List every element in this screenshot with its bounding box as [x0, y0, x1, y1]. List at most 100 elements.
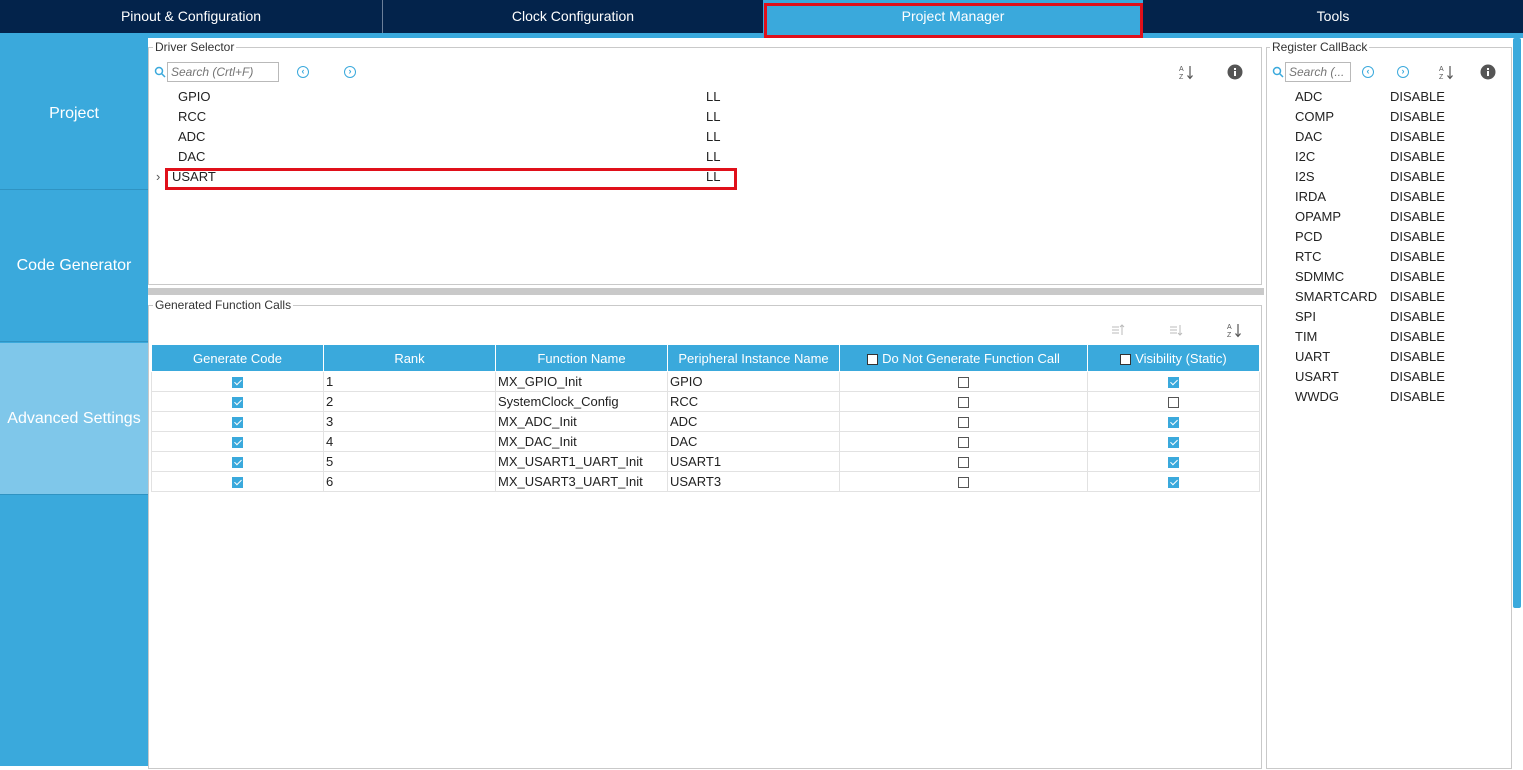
- tab-clock-configuration[interactable]: Clock Configuration: [383, 0, 763, 33]
- tab-pinout-configuration[interactable]: Pinout & Configuration: [0, 0, 383, 33]
- callback-name[interactable]: RTC: [1295, 247, 1321, 267]
- callback-name[interactable]: SMARTCARD: [1295, 287, 1377, 307]
- generate-code-cell[interactable]: [151, 471, 324, 492]
- callback-value[interactable]: DISABLE: [1390, 247, 1445, 267]
- previous-icon[interactable]: ‹: [296, 65, 310, 79]
- do_not_generate-checkbox[interactable]: [958, 437, 969, 449]
- callback-value[interactable]: DISABLE: [1390, 107, 1445, 127]
- callback-name[interactable]: USART: [1295, 367, 1339, 387]
- callback-value[interactable]: DISABLE: [1390, 347, 1445, 367]
- scrollbar[interactable]: [1513, 38, 1521, 608]
- generate-code-cell[interactable]: [151, 371, 324, 392]
- callback-name[interactable]: ADC: [1295, 87, 1322, 107]
- generate-checkbox[interactable]: [232, 377, 243, 389]
- callback-value[interactable]: DISABLE: [1390, 307, 1445, 327]
- do_not_generate-checkbox[interactable]: [958, 377, 969, 389]
- nav-project[interactable]: Project: [0, 38, 148, 190]
- table-row[interactable]: 6 MX_USART3_UART_Init USART3: [151, 471, 1260, 492]
- visibility-cell[interactable]: [1087, 471, 1260, 492]
- tab-project-manager[interactable]: Project Manager: [763, 0, 1143, 33]
- visibility-checkbox[interactable]: [1168, 397, 1179, 409]
- tab-tools[interactable]: Tools: [1143, 0, 1523, 33]
- driver-row-type[interactable]: LL: [706, 107, 720, 127]
- do_not_generate-checkbox[interactable]: [958, 477, 969, 489]
- callback-name[interactable]: SPI: [1295, 307, 1316, 327]
- sort-az-icon[interactable]: AZ: [1178, 63, 1194, 81]
- driver-search-input[interactable]: [167, 62, 279, 82]
- driver-row-type[interactable]: LL: [706, 167, 720, 187]
- header-checkbox[interactable]: [1120, 353, 1132, 365]
- driver-row-type[interactable]: LL: [706, 127, 720, 147]
- driver-row-name[interactable]: RCC: [178, 107, 206, 127]
- previous-icon[interactable]: ‹: [1361, 65, 1375, 79]
- col-function-name[interactable]: Function Name: [495, 344, 668, 372]
- callback-value[interactable]: DISABLE: [1390, 227, 1445, 247]
- do-not-generate-cell[interactable]: [839, 451, 1088, 472]
- driver-row-name[interactable]: DAC: [178, 147, 205, 167]
- generate-code-cell[interactable]: [151, 411, 324, 432]
- callback-name[interactable]: TIM: [1295, 327, 1317, 347]
- col-do-not-generate[interactable]: Do Not Generate Function Call: [839, 344, 1088, 372]
- callback-value[interactable]: DISABLE: [1390, 267, 1445, 287]
- callback-value[interactable]: DISABLE: [1390, 327, 1445, 347]
- visibility-cell[interactable]: [1087, 411, 1260, 432]
- next-icon[interactable]: ›: [343, 65, 357, 79]
- generate-code-cell[interactable]: [151, 431, 324, 452]
- panel-splitter[interactable]: [148, 288, 1264, 295]
- visibility-cell[interactable]: [1087, 371, 1260, 392]
- sort-az-icon[interactable]: AZ: [1438, 63, 1454, 81]
- do-not-generate-cell[interactable]: [839, 471, 1088, 492]
- visibility-checkbox[interactable]: [1168, 417, 1179, 429]
- driver-row-type[interactable]: LL: [706, 87, 720, 107]
- generate-checkbox[interactable]: [232, 457, 243, 469]
- do-not-generate-cell[interactable]: [839, 391, 1088, 412]
- visibility-cell[interactable]: [1087, 451, 1260, 472]
- callback-name[interactable]: DAC: [1295, 127, 1322, 147]
- generate-checkbox[interactable]: [232, 437, 243, 449]
- callback-name[interactable]: UART: [1295, 347, 1330, 367]
- callback-value[interactable]: DISABLE: [1390, 207, 1445, 227]
- callback-value[interactable]: DISABLE: [1390, 367, 1445, 387]
- do_not_generate-checkbox[interactable]: [958, 417, 969, 429]
- visibility-cell[interactable]: [1087, 431, 1260, 452]
- table-row[interactable]: 5 MX_USART1_UART_Init USART1: [151, 451, 1260, 472]
- visibility-checkbox[interactable]: [1168, 457, 1179, 469]
- callback-value[interactable]: DISABLE: [1390, 167, 1445, 187]
- callback-value[interactable]: DISABLE: [1390, 147, 1445, 167]
- callback-value[interactable]: DISABLE: [1390, 87, 1445, 107]
- col-rank[interactable]: Rank: [323, 344, 496, 372]
- generate-checkbox[interactable]: [232, 397, 243, 409]
- callback-name[interactable]: COMP: [1295, 107, 1334, 127]
- col-generate-code[interactable]: Generate Code: [151, 344, 324, 372]
- move-down-icon[interactable]: [1168, 322, 1184, 338]
- callback-value[interactable]: DISABLE: [1390, 387, 1445, 407]
- do_not_generate-checkbox[interactable]: [958, 397, 969, 409]
- table-row[interactable]: 3 MX_ADC_Init ADC: [151, 411, 1260, 432]
- header-checkbox[interactable]: [867, 353, 879, 365]
- callback-value[interactable]: DISABLE: [1390, 187, 1445, 207]
- visibility-checkbox[interactable]: [1168, 377, 1179, 389]
- do-not-generate-cell[interactable]: [839, 431, 1088, 452]
- callback-value[interactable]: DISABLE: [1390, 287, 1445, 307]
- nav-advanced-settings[interactable]: Advanced Settings: [0, 343, 148, 495]
- info-icon[interactable]: [1479, 63, 1497, 81]
- generate-checkbox[interactable]: [232, 417, 243, 429]
- table-row[interactable]: 4 MX_DAC_Init DAC: [151, 431, 1260, 452]
- table-row[interactable]: 2 SystemClock_Config RCC: [151, 391, 1260, 412]
- info-icon[interactable]: [1226, 63, 1244, 81]
- nav-code-generator[interactable]: Code Generator: [0, 190, 148, 342]
- callback-value[interactable]: DISABLE: [1390, 127, 1445, 147]
- driver-row-name[interactable]: USART: [172, 167, 216, 187]
- generate-checkbox[interactable]: [232, 477, 243, 489]
- do-not-generate-cell[interactable]: [839, 371, 1088, 392]
- visibility-cell[interactable]: [1087, 391, 1260, 412]
- callback-name[interactable]: I2S: [1295, 167, 1315, 187]
- callback-name[interactable]: I2C: [1295, 147, 1315, 167]
- sort-az-icon[interactable]: AZ: [1226, 321, 1242, 339]
- visibility-checkbox[interactable]: [1168, 437, 1179, 449]
- col-visibility[interactable]: Visibility (Static): [1087, 344, 1260, 372]
- visibility-checkbox[interactable]: [1168, 477, 1179, 489]
- callback-name[interactable]: PCD: [1295, 227, 1322, 247]
- col-peripheral-instance[interactable]: Peripheral Instance Name: [667, 344, 840, 372]
- expand-chevron-icon[interactable]: ›: [156, 167, 160, 187]
